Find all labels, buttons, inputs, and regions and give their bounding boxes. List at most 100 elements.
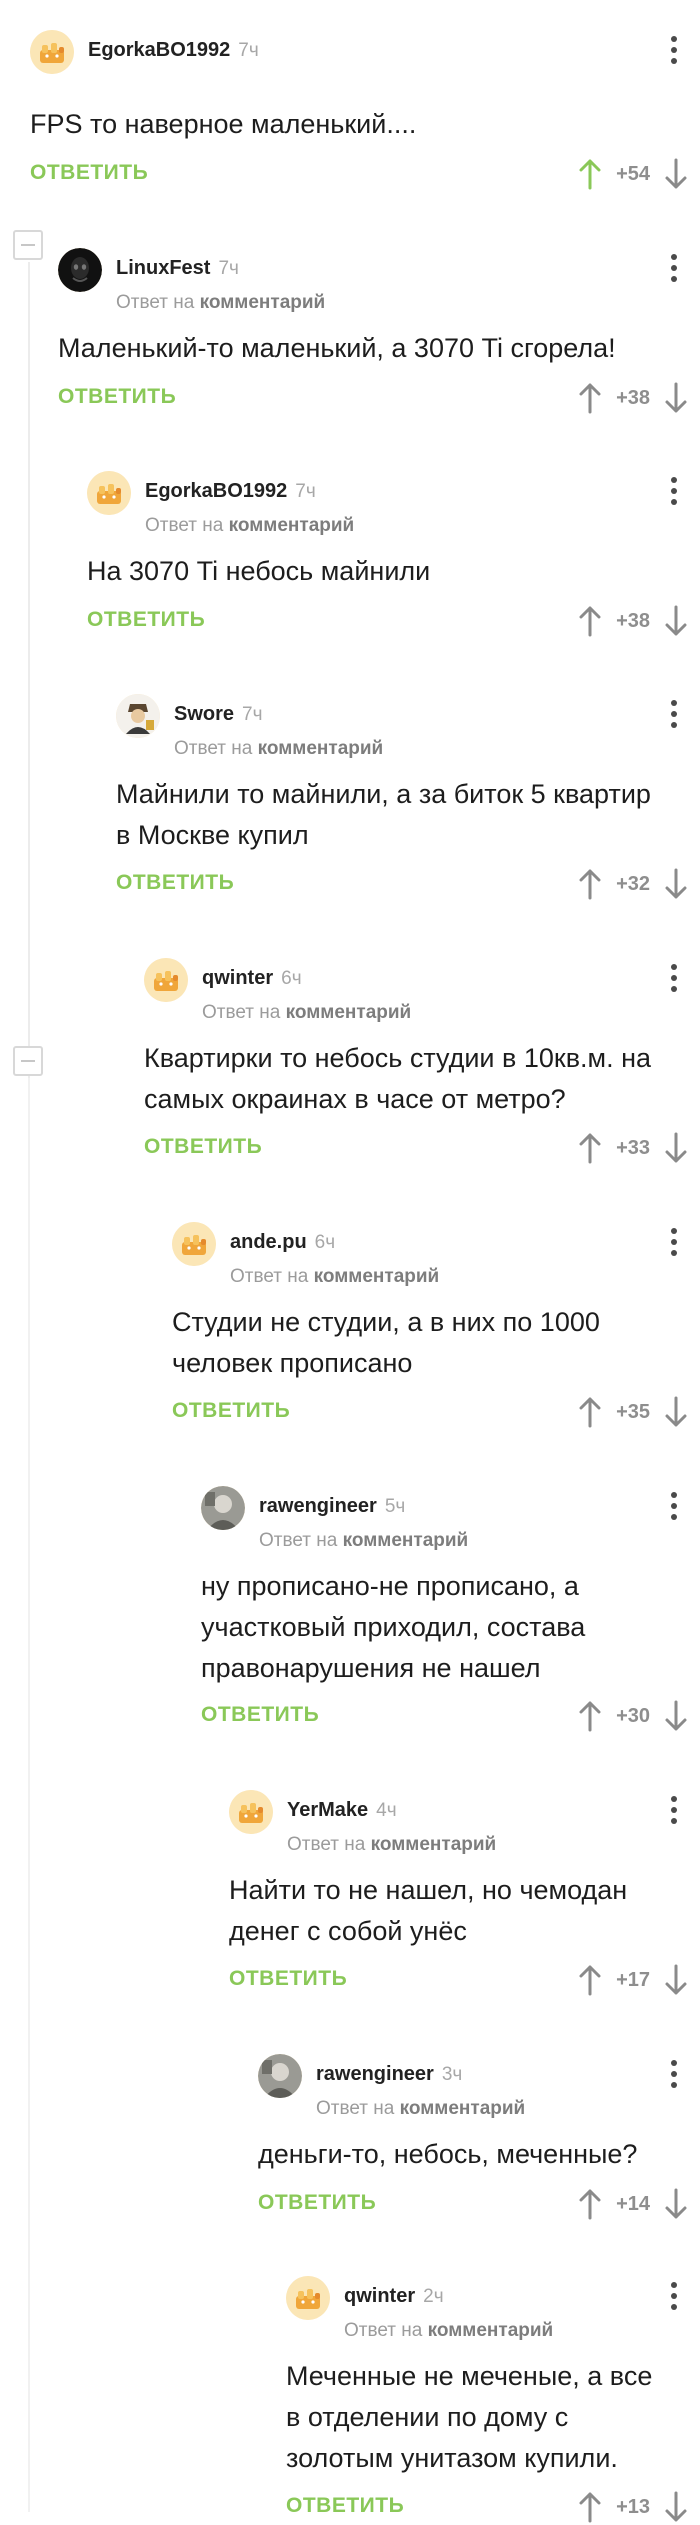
arrow-down-icon[interactable] <box>664 1964 688 1996</box>
arrow-up-icon[interactable] <box>578 2491 602 2523</box>
comment-time[interactable]: 6ч <box>281 968 301 989</box>
reply-to-link[interactable]: комментарий <box>400 2098 526 2119</box>
more-vertical-icon[interactable] <box>670 2060 678 2090</box>
comment-author[interactable]: qwinter 6ч <box>202 967 302 990</box>
comment-author[interactable]: LinuxFest 7ч <box>116 257 239 280</box>
avatar[interactable] <box>201 1486 245 1530</box>
author-name[interactable]: Swore <box>174 703 234 725</box>
comment-time[interactable]: 7ч <box>242 704 262 725</box>
comment-author[interactable]: rawengineer 3ч <box>316 2063 462 2086</box>
arrow-up-icon[interactable] <box>578 1396 602 1428</box>
comment-time[interactable]: 7ч <box>218 258 238 279</box>
more-vertical-icon[interactable] <box>670 1492 678 1522</box>
arrow-down-icon[interactable] <box>664 605 688 637</box>
author-name[interactable]: qwinter <box>202 967 273 989</box>
reply-to-link[interactable]: комментарий <box>371 1834 497 1855</box>
reply-button[interactable]: ОТВЕТИТЬ <box>172 1399 290 1423</box>
comment-score: +30 <box>616 1704 650 1727</box>
comment: Swore 7ч Ответ на комментарий Майнили то … <box>116 694 700 900</box>
author-name[interactable]: ande.pu <box>230 1231 307 1253</box>
comment-time[interactable]: 5ч <box>385 1496 405 1517</box>
comment-author[interactable]: ande.pu 6ч <box>230 1231 335 1254</box>
avatar[interactable] <box>30 30 74 74</box>
reply-button[interactable]: ОТВЕТИТЬ <box>258 2191 376 2215</box>
arrow-down-icon[interactable] <box>664 868 688 900</box>
reply-button[interactable]: ОТВЕТИТЬ <box>286 2494 404 2518</box>
comment-score: +54 <box>616 162 650 185</box>
more-vertical-icon[interactable] <box>670 36 678 66</box>
avatar[interactable] <box>172 1222 216 1266</box>
author-name[interactable]: rawengineer <box>259 1495 377 1517</box>
author-name[interactable]: qwinter <box>344 2285 415 2307</box>
avatar[interactable] <box>58 248 102 292</box>
reply-button[interactable]: ОТВЕТИТЬ <box>144 1135 262 1159</box>
reply-button[interactable]: ОТВЕТИТЬ <box>201 1703 319 1727</box>
comment-author[interactable]: Swore 7ч <box>174 703 263 726</box>
arrow-down-icon[interactable] <box>664 382 688 414</box>
reply-to-link[interactable]: комментарий <box>258 738 384 759</box>
arrow-up-icon[interactable] <box>578 1700 602 1732</box>
comment-time[interactable]: 6ч <box>315 1232 335 1253</box>
avatar[interactable] <box>258 2054 302 2098</box>
more-vertical-icon[interactable] <box>670 964 678 994</box>
comment-time[interactable]: 7ч <box>238 40 258 61</box>
comment-author[interactable]: qwinter 2ч <box>344 2285 444 2308</box>
avatar[interactable] <box>144 958 188 1002</box>
reply-button[interactable]: ОТВЕТИТЬ <box>30 161 148 185</box>
comment-author[interactable]: EgorkaBO1992 7ч <box>145 480 316 503</box>
comment-time[interactable]: 4ч <box>376 1800 396 1821</box>
author-name[interactable]: EgorkaBO1992 <box>88 39 230 61</box>
arrow-up-icon[interactable] <box>578 1964 602 1996</box>
author-name[interactable]: LinuxFest <box>116 257 210 279</box>
arrow-up-icon[interactable] <box>578 382 602 414</box>
reply-button[interactable]: ОТВЕТИТЬ <box>58 385 176 409</box>
more-vertical-icon[interactable] <box>670 2282 678 2312</box>
avatar[interactable] <box>116 694 160 738</box>
comment-time[interactable]: 2ч <box>423 2286 443 2307</box>
reply-to-link[interactable]: комментарий <box>428 2320 554 2341</box>
reply-button[interactable]: ОТВЕТИТЬ <box>87 608 205 632</box>
arrow-down-icon[interactable] <box>664 2491 688 2523</box>
reply-to-link[interactable]: комментарий <box>286 1002 412 1023</box>
comment-time[interactable]: 7ч <box>295 481 315 502</box>
reply-to-link[interactable]: комментарий <box>314 1266 440 1287</box>
reply-to-link[interactable]: комментарий <box>229 515 355 536</box>
reply-to-link[interactable]: комментарий <box>343 1530 469 1551</box>
reply-to: Ответ на комментарий <box>174 738 383 760</box>
arrow-up-icon[interactable] <box>578 868 602 900</box>
arrow-up-icon[interactable] <box>578 158 602 190</box>
comment-author[interactable]: rawengineer 5ч <box>259 1495 405 1518</box>
avatar[interactable] <box>87 471 131 515</box>
comment-author[interactable]: YerMake 4ч <box>287 1799 397 1822</box>
comment-text: ну прописано-не прописано, а участковый … <box>201 1571 586 1683</box>
collapse-thread-button[interactable] <box>13 1046 43 1076</box>
avatar[interactable] <box>286 2276 330 2320</box>
arrow-down-icon[interactable] <box>664 1132 688 1164</box>
author-name[interactable]: rawengineer <box>316 2063 434 2085</box>
comment-author[interactable]: EgorkaBO1992 7ч <box>88 39 259 62</box>
comment-text: Майнили то майнили, а за биток 5 квартир… <box>116 779 651 850</box>
reply-to-link[interactable]: комментарий <box>200 292 326 313</box>
comment-time[interactable]: 3ч <box>442 2064 462 2085</box>
reply-button[interactable]: ОТВЕТИТЬ <box>229 1967 347 1991</box>
author-name[interactable]: EgorkaBO1992 <box>145 480 287 502</box>
author-name[interactable]: YerMake <box>287 1799 368 1821</box>
more-vertical-icon[interactable] <box>670 700 678 730</box>
reply-to-prefix: Ответ на <box>202 1002 281 1023</box>
arrow-up-icon[interactable] <box>578 1132 602 1164</box>
more-vertical-icon[interactable] <box>670 254 678 284</box>
arrow-up-icon[interactable] <box>578 605 602 637</box>
arrow-down-icon[interactable] <box>664 2188 688 2220</box>
comment-score: +38 <box>616 386 650 409</box>
reply-button[interactable]: ОТВЕТИТЬ <box>116 871 234 895</box>
reply-to: Ответ на комментарий <box>145 515 354 537</box>
collapse-thread-button[interactable] <box>13 230 43 260</box>
arrow-up-icon[interactable] <box>578 2188 602 2220</box>
arrow-down-icon[interactable] <box>664 1396 688 1428</box>
avatar[interactable] <box>229 1790 273 1834</box>
arrow-down-icon[interactable] <box>664 1700 688 1732</box>
more-vertical-icon[interactable] <box>670 1228 678 1258</box>
arrow-down-icon[interactable] <box>664 158 688 190</box>
more-vertical-icon[interactable] <box>670 1796 678 1826</box>
more-vertical-icon[interactable] <box>670 477 678 507</box>
